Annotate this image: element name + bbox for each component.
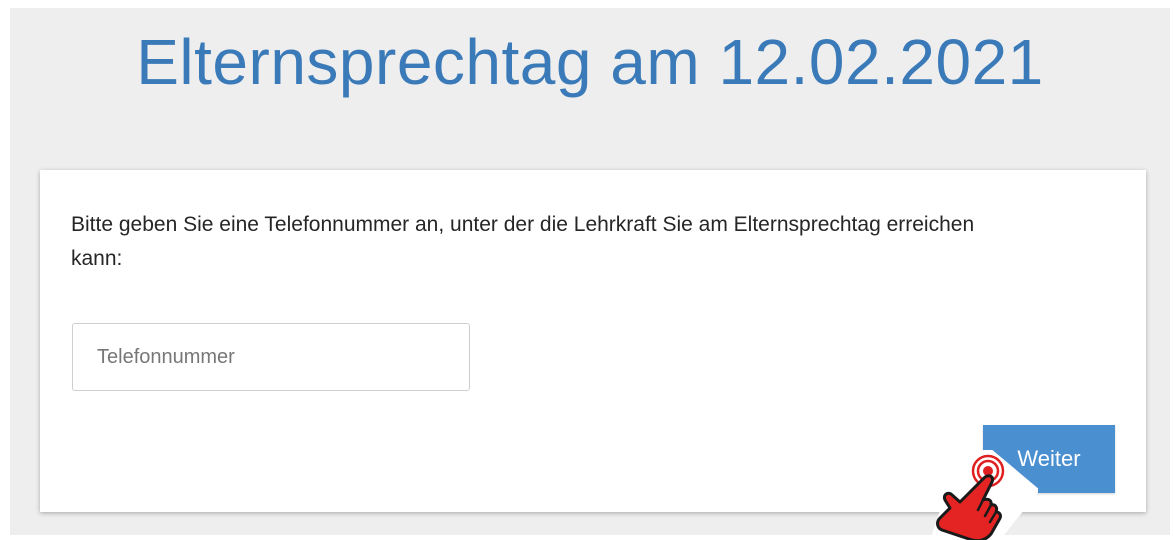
page-title: Elternsprechtag am 12.02.2021: [136, 26, 1044, 98]
weiter-button[interactable]: Weiter: [983, 425, 1115, 493]
phone-form-card: Bitte geben Sie eine Telefonnummer an, u…: [40, 170, 1146, 512]
phone-number-input[interactable]: [72, 323, 470, 391]
instruction-text: Bitte geben Sie eine Telefonnummer an, u…: [71, 213, 975, 270]
